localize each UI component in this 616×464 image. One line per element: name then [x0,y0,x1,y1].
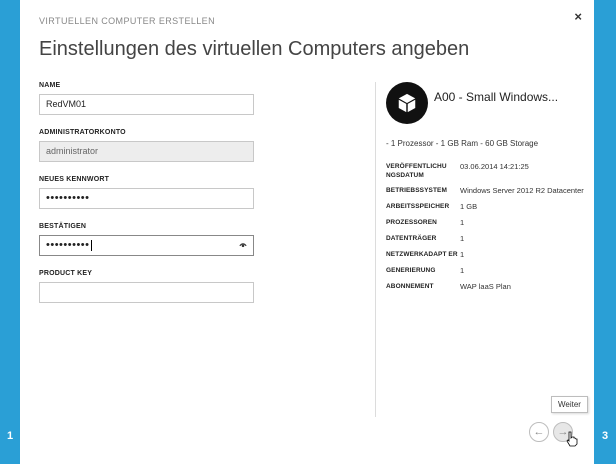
name-input[interactable]: RedVM01 [39,94,254,115]
property-key: BETRIEBSSYSTEM [386,187,447,194]
property-value: WAP laaS Plan [460,282,511,291]
property-row: ABONNEMENT WAP laaS Plan [386,282,586,292]
property-value: 1 [460,266,465,275]
confirm-password-value: •••••••••• [46,239,90,251]
vm-properties: VERÖFFENTLICHU NGSDATUM 03.06.2014 14:21… [386,162,586,298]
property-value: Windows Server 2012 R2 Datacenter [460,186,584,195]
confirm-password-input[interactable]: •••••••••• [39,235,254,256]
property-row: NETZWERKADAPT ER 1 [386,250,586,260]
new-password-value: •••••••••• [46,192,90,204]
box-icon [398,93,416,113]
property-key: NETZWERKADAPT ER [386,251,458,258]
property-key: GENERIERUNG [386,267,436,274]
property-key: DATENTRÄGER [386,235,437,242]
reveal-password-icon[interactable] [239,241,247,249]
wizard-dialog: × VIRTUELLEN COMPUTER ERSTELLEN Einstell… [20,0,594,464]
property-row: ARBEITSSPEICHER 1 GB [386,202,586,212]
close-button[interactable]: × [574,9,582,24]
property-key: PROZESSOREN [386,219,437,226]
step-number-right: 3 [601,430,609,442]
back-button[interactable]: ← [529,422,549,442]
property-key: ARBEITSSPEICHER [386,203,450,210]
breadcrumb: VIRTUELLEN COMPUTER ERSTELLEN [39,16,215,26]
admin-account-input: administrator [39,141,254,162]
confirm-password-label: BESTÄTIGEN [39,223,87,230]
name-label: NAME [39,82,61,89]
wizard-step-strip-left: 1 [0,0,20,464]
product-key-input[interactable] [39,282,254,303]
next-tooltip: Weiter [551,396,588,413]
vm-image-title: A00 - Small Windows... [434,90,559,104]
property-value: 1 [460,234,465,243]
property-value: 1 GB [460,202,478,211]
step-number-left: 1 [6,430,14,442]
vm-image-tile [386,82,428,124]
column-divider [375,82,376,417]
property-row: VERÖFFENTLICHU NGSDATUM 03.06.2014 14:21… [386,162,586,180]
new-password-input[interactable]: •••••••••• [39,188,254,209]
property-row: DATENTRÄGER 1 [386,234,586,244]
admin-account-label: ADMINISTRATORKONTO [39,129,126,136]
page-title: Einstellungen des virtuellen Computers a… [39,38,470,60]
vm-settings-form: NAME RedVM01 ADMINISTRATORKONTO administ… [39,82,257,317]
property-value: 1 [460,218,465,227]
property-key: ABONNEMENT [386,283,434,290]
property-row: GENERIERUNG 1 [386,266,586,276]
wizard-step-strip-right: 3 [594,0,616,464]
vm-size-summary: - 1 Prozessor - 1 GB Ram - 60 GB Storage [386,139,539,148]
product-key-label: PRODUCT KEY [39,270,93,277]
property-row: BETRIEBSSYSTEM Windows Server 2012 R2 Da… [386,186,586,196]
property-row: PROZESSOREN 1 [386,218,586,228]
new-password-label: NEUES KENNWORT [39,176,110,183]
text-caret [90,240,92,252]
hand-cursor-icon [566,431,578,447]
property-key: VERÖFFENTLICHU NGSDATUM [386,163,447,179]
property-value: 03.06.2014 14:21:25 [460,162,529,171]
property-value: 1 [460,250,465,259]
